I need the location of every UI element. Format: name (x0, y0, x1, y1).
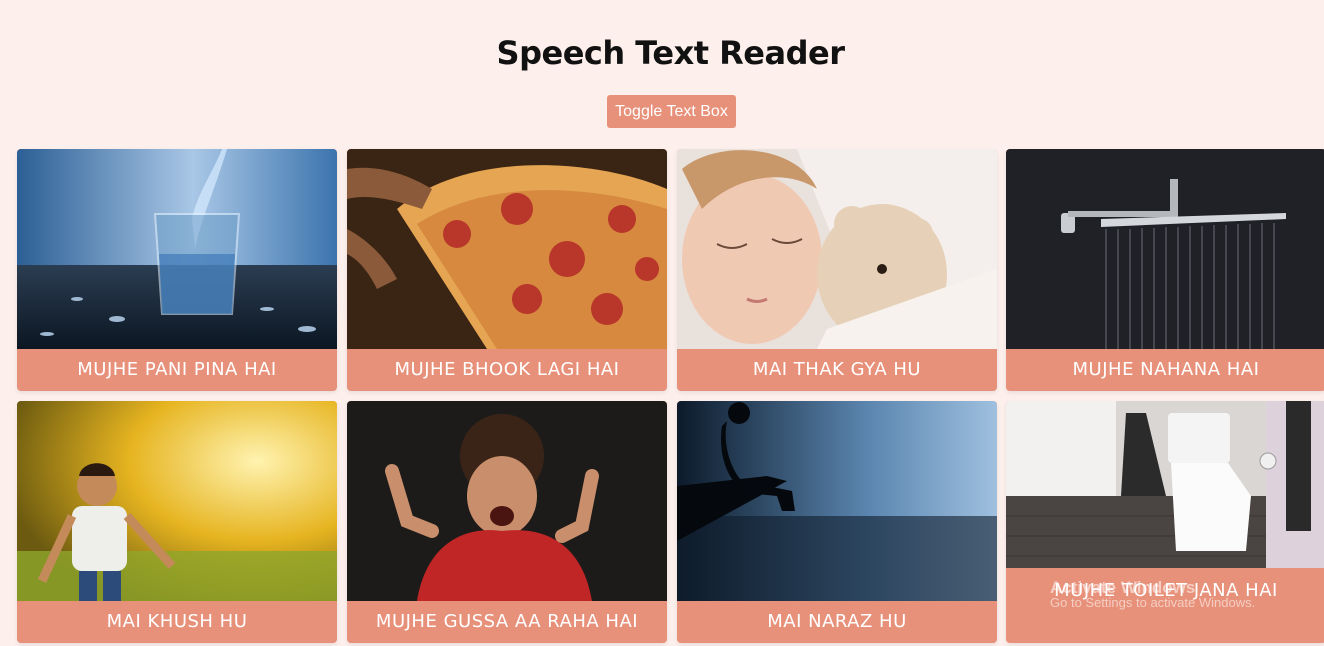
card-tired[interactable]: MAI THAK GYA HU (677, 149, 997, 391)
toggle-text-box-button[interactable]: Toggle Text Box (607, 95, 736, 128)
card-happy[interactable]: MAI KHUSH HU (17, 401, 337, 643)
windows-activation-watermark: Activate Windows Go to Settings to activ… (1050, 578, 1256, 610)
shower-image (1006, 149, 1324, 349)
card-label: MUJHE PANI PINA HAI (77, 359, 277, 380)
pizza-image (347, 149, 667, 349)
glass-of-water-image (17, 149, 337, 349)
card-pizza[interactable]: MUJHE BHOOK LAGI HAI (347, 149, 667, 391)
card-label: MAI THAK GYA HU (752, 359, 922, 380)
card-label: MUJHE NAHANA HAI (1072, 359, 1260, 380)
angry-child-image (347, 401, 667, 601)
watermark-subtitle: Go to Settings to activate Windows. (1050, 595, 1256, 610)
card-angry[interactable]: MUJHE GUSSA AA RAHA HAI (347, 401, 667, 643)
sleeping-child-image (677, 149, 997, 349)
toilet-image (1006, 401, 1324, 568)
card-label: MUJHE BHOOK LAGI HAI (394, 359, 620, 380)
card-label: MAI NARAZ HU (767, 611, 907, 632)
page-title: Speech Text Reader (496, 34, 845, 72)
sad-person-silhouette-image (677, 401, 997, 601)
card-water[interactable]: MUJHE PANI PINA HAI (17, 149, 337, 391)
happy-child-image (17, 401, 337, 601)
card-label: MAI KHUSH HU (106, 611, 248, 632)
watermark-title: Activate Windows (1050, 578, 1196, 597)
card-upset[interactable]: MAI NARAZ HU (677, 401, 997, 643)
card-bath[interactable]: MUJHE NAHANA HAI (1006, 149, 1324, 391)
card-label: MUJHE GUSSA AA RAHA HAI (375, 611, 639, 632)
